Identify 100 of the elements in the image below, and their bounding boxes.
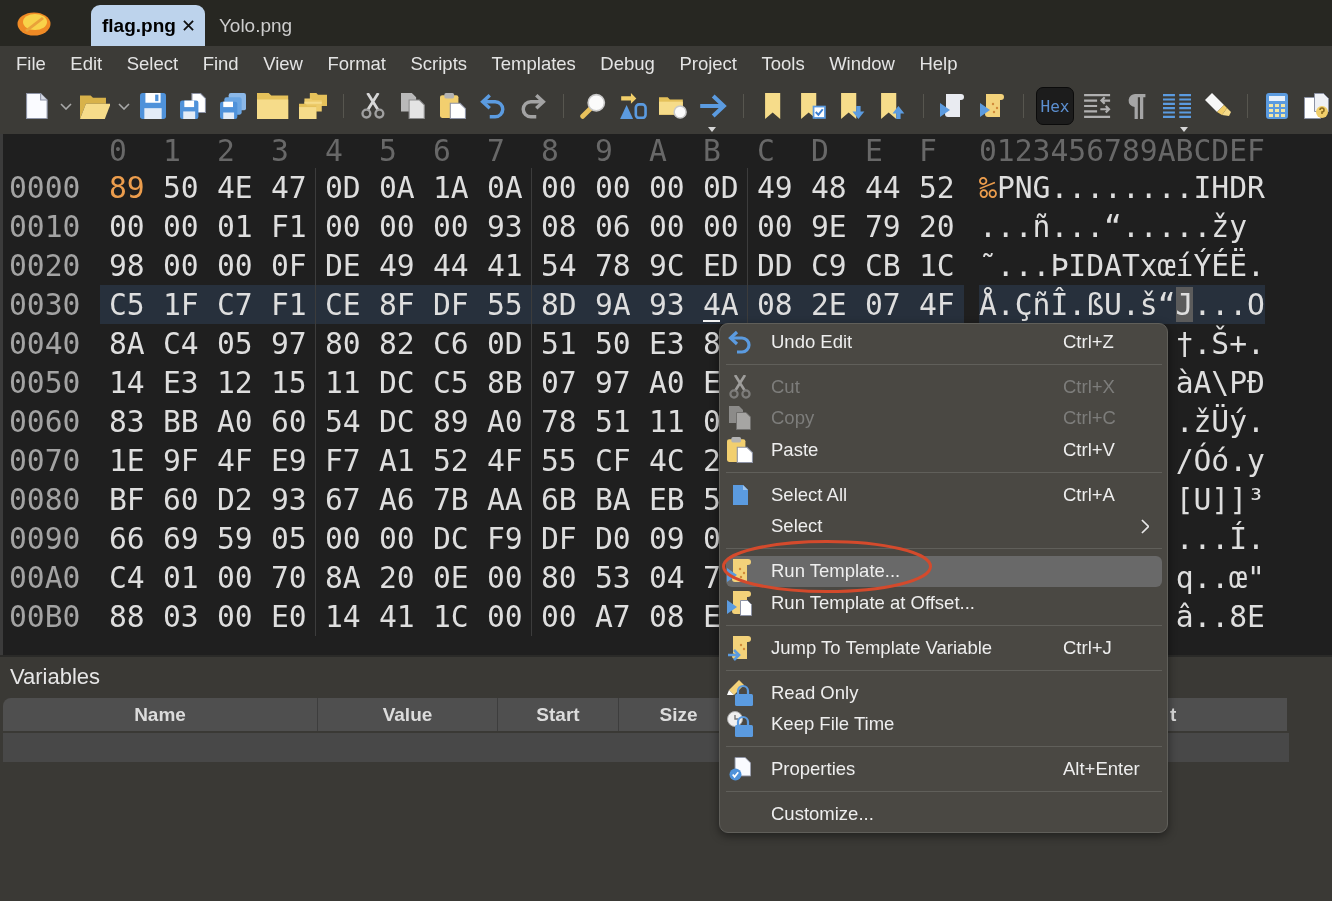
ascii-text: ‰PNG........IHDR xyxy=(979,170,1265,205)
offset-label: 0070 xyxy=(8,442,82,480)
hex-byte: 12 xyxy=(217,365,253,400)
hex-byte: 0 xyxy=(703,521,721,556)
hex-byte: F7 xyxy=(325,443,361,478)
file-tab[interactable]: flag.png xyxy=(91,5,205,46)
file-tab[interactable]: Yolo.png xyxy=(204,5,307,46)
column-header: A xyxy=(649,133,667,168)
caret-icon[interactable] xyxy=(118,102,130,110)
hex-byte: DC xyxy=(379,404,415,439)
bookmark-up-icon[interactable] xyxy=(880,93,906,119)
dotted-scroll-play-icon[interactable] xyxy=(980,93,1006,119)
menu-item[interactable]: Format xyxy=(315,53,399,75)
hex-byte: 08 xyxy=(757,287,793,322)
scissors-icon[interactable] xyxy=(361,93,385,119)
hex-byte: 0E xyxy=(433,560,469,595)
hex-byte: 89 xyxy=(109,170,145,205)
floppy-document-icon[interactable] xyxy=(180,93,206,119)
menu-item[interactable]: View xyxy=(250,53,316,75)
column-header[interactable]: Name xyxy=(134,704,186,725)
redo-icon[interactable] xyxy=(520,93,546,119)
column-header: 8 xyxy=(541,133,559,168)
menu-item[interactable]: Read Only xyxy=(726,677,1162,709)
menu-item[interactable]: Run Template at Offset... xyxy=(726,587,1162,619)
search-icon[interactable] xyxy=(580,93,606,119)
open-folder-icon[interactable] xyxy=(79,93,111,119)
menu-item[interactable]: Keep File Time xyxy=(726,708,1162,740)
bookmark-icon[interactable] xyxy=(764,93,782,119)
hex-byte: 08 xyxy=(649,599,685,634)
bookmark-check-icon[interactable] xyxy=(800,93,826,119)
lines-arrows-icon[interactable] xyxy=(1082,93,1112,119)
menu-item[interactable]: Paste Ctrl+V xyxy=(726,434,1162,466)
hex-byte: DC xyxy=(433,521,469,556)
scroll-arrow-icon xyxy=(727,634,753,661)
hex-byte: 01 xyxy=(163,560,199,595)
arrow-shapes-icon[interactable] xyxy=(618,93,648,119)
caret-icon[interactable] xyxy=(60,102,72,110)
column-header[interactable]: Size xyxy=(659,704,698,725)
floppy-stack-icon[interactable] xyxy=(220,93,246,119)
column-header[interactable]: Value xyxy=(382,704,433,725)
hex-byte: 66 xyxy=(109,521,145,556)
hex-byte: 51 xyxy=(541,326,577,361)
hex-byte: 11 xyxy=(649,404,685,439)
hex-byte: C6 xyxy=(433,326,469,361)
menu-item[interactable]: Tools xyxy=(749,53,817,75)
menu-item[interactable]: Project xyxy=(667,53,750,75)
folder-icon[interactable] xyxy=(257,93,289,119)
scissors-icon xyxy=(729,374,751,399)
hex-byte: BA xyxy=(595,482,631,517)
menu-item[interactable]: Scripts xyxy=(398,53,480,75)
hex-byte: 2 xyxy=(703,443,721,478)
copy-icon[interactable] xyxy=(401,93,425,119)
column-header: 6 xyxy=(433,133,451,168)
pilcrow-icon[interactable] xyxy=(1127,93,1147,119)
hex-byte: 2E xyxy=(811,287,847,322)
folder-stack-icon[interactable] xyxy=(298,93,328,119)
document-question-icon[interactable] xyxy=(1304,93,1330,119)
menu-item[interactable]: File xyxy=(3,53,59,75)
hex-byte: 00 xyxy=(325,521,361,556)
close-icon[interactable] xyxy=(182,20,194,31)
menu-item[interactable]: Jump To Template Variable Ctrl+J xyxy=(726,632,1162,664)
copy-icon xyxy=(729,406,751,431)
clipboard-icon[interactable] xyxy=(440,93,466,119)
menu-item[interactable]: Templates xyxy=(479,53,589,75)
menu-item[interactable]: Window xyxy=(816,53,908,75)
hex-byte: 0D xyxy=(325,170,361,205)
menu-item[interactable]: Edit xyxy=(58,53,115,75)
ascii-text: /Óó.y xyxy=(1175,443,1265,478)
document-icon[interactable] xyxy=(26,93,48,119)
menu-item[interactable]: Undo Edit Ctrl+Z xyxy=(726,326,1162,358)
column-header[interactable]: Start xyxy=(536,704,580,725)
hex-toggle-button[interactable]: Hex xyxy=(1036,87,1074,125)
menu-item[interactable]: Select xyxy=(114,53,191,75)
hex-byte: 98 xyxy=(109,248,145,283)
hex-byte: 0A xyxy=(379,170,415,205)
hex-byte: F1 xyxy=(271,287,307,322)
hex-byte: 8A xyxy=(325,560,361,595)
menu-item[interactable]: Debug xyxy=(588,53,668,75)
bookmark-down-icon[interactable] xyxy=(840,93,866,119)
text-columns-icon[interactable] xyxy=(1162,93,1192,119)
shortcut-label: Ctrl+C xyxy=(1063,407,1116,430)
scroll-play-icon[interactable] xyxy=(940,93,966,119)
calculator-icon[interactable] xyxy=(1266,93,1288,119)
arrow-right-icon[interactable] xyxy=(698,93,728,119)
menu-item[interactable]: Select All Ctrl+A xyxy=(726,479,1162,511)
undo-icon[interactable] xyxy=(480,93,506,119)
ascii-text: †.Š+. xyxy=(1175,326,1265,361)
menu-item[interactable]: Help xyxy=(907,53,970,75)
column-header[interactable]: t xyxy=(1170,704,1177,725)
hex-byte: 93 xyxy=(487,209,523,244)
hex-byte: 93 xyxy=(271,482,307,517)
menu-item[interactable]: Select xyxy=(726,510,1162,542)
hex-byte: 8F xyxy=(379,287,415,322)
menu-item[interactable]: Properties Alt+Enter xyxy=(726,753,1162,785)
menu-item[interactable]: Find xyxy=(190,53,251,75)
highlighter-icon[interactable] xyxy=(1203,93,1231,119)
shortcut-label: Ctrl+X xyxy=(1063,375,1115,398)
hex-byte: 0D xyxy=(487,326,523,361)
hex-byte: 60 xyxy=(163,482,199,517)
menu-item[interactable]: Customize... xyxy=(726,798,1162,830)
